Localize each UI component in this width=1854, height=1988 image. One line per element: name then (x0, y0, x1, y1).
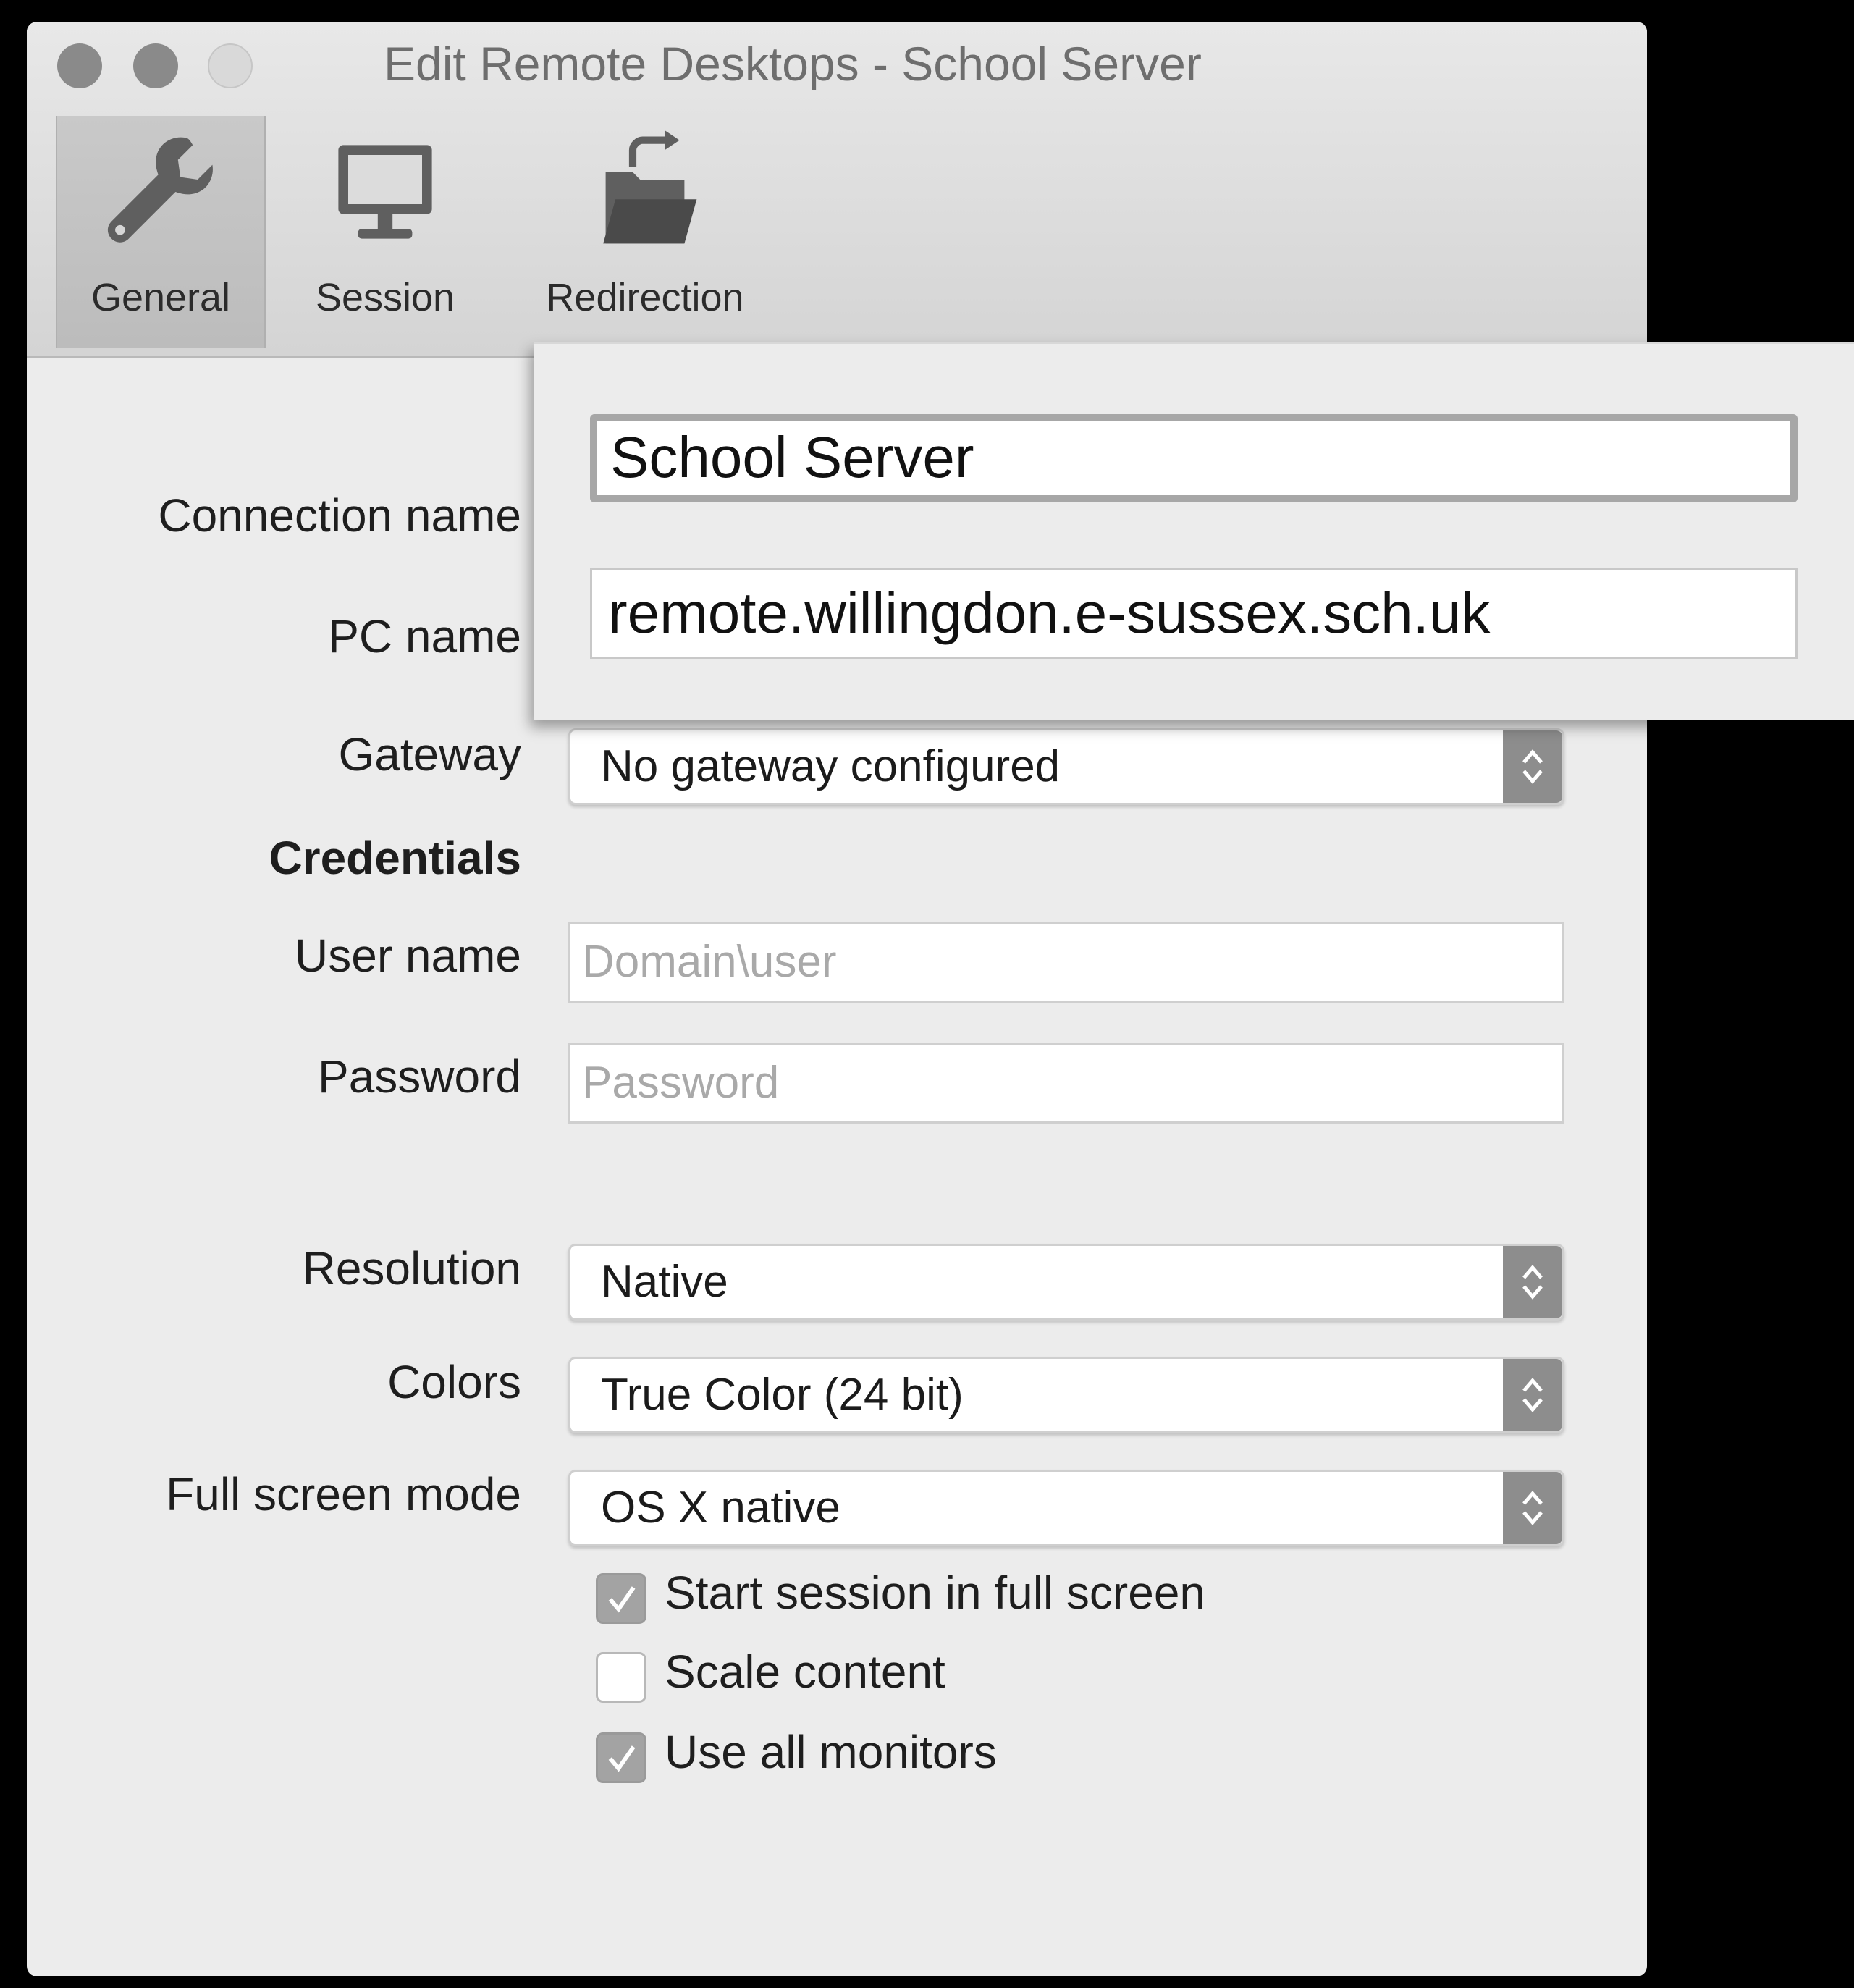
up-down-arrows-icon (1522, 1378, 1543, 1412)
colors-select-value: True Color (24 bit) (601, 1370, 964, 1420)
full-screen-mode-stepper[interactable] (1503, 1472, 1562, 1544)
full-screen-mode-label: Full screen mode (166, 1468, 521, 1520)
resolution-select[interactable]: Native (568, 1244, 1564, 1321)
user-name-label: User name (295, 930, 521, 982)
start-session-full-screen-checkbox[interactable] (596, 1573, 646, 1624)
gateway-select[interactable]: No gateway configured (568, 728, 1564, 805)
password-input[interactable]: Password (568, 1043, 1564, 1124)
gateway-stepper[interactable] (1503, 730, 1562, 803)
tab-redirection-label: Redirection (546, 276, 744, 319)
use-all-monitors-label: Use all monitors (665, 1726, 997, 1778)
pc-name-input[interactable]: remote.willingdon.e-sussex.sch.uk (590, 568, 1798, 659)
use-all-monitors-checkbox[interactable] (596, 1732, 646, 1783)
scale-content-label: Scale content (665, 1646, 945, 1698)
up-down-arrows-icon (1522, 1265, 1543, 1300)
checkmark-icon (608, 1745, 636, 1772)
full-screen-mode-select[interactable]: OS X native (568, 1470, 1564, 1546)
scale-content-checkbox[interactable] (596, 1652, 646, 1703)
form-labels: Connection name PC name Gateway Credenti… (27, 22, 521, 1976)
password-placeholder: Password (582, 1058, 780, 1108)
colors-select[interactable]: True Color (24 bit) (568, 1357, 1564, 1433)
colors-stepper[interactable] (1503, 1359, 1562, 1431)
colors-label: Colors (387, 1356, 521, 1408)
resolution-stepper[interactable] (1503, 1246, 1562, 1318)
password-label: Password (318, 1050, 521, 1103)
pc-name-label: PC name (328, 610, 521, 662)
up-down-arrows-icon (1522, 1491, 1543, 1525)
user-name-input[interactable]: Domain\user (568, 922, 1564, 1003)
pc-name-value: remote.willingdon.e-sussex.sch.uk (608, 581, 1491, 645)
edit-remote-desktops-window: Edit Remote Desktops - School Server Gen… (27, 22, 1647, 1976)
folder-redirect-icon (523, 130, 767, 246)
user-name-placeholder: Domain\user (582, 937, 837, 987)
full-screen-mode-select-value: OS X native (601, 1483, 840, 1533)
gateway-label: Gateway (338, 728, 521, 780)
connection-name-label: Connection name (158, 489, 521, 542)
connection-name-value: School Server (610, 425, 974, 489)
resolution-label: Resolution (302, 1242, 521, 1294)
tab-redirection[interactable]: Redirection (523, 116, 767, 348)
start-session-full-screen-label: Start session in full screen (665, 1567, 1205, 1619)
up-down-arrows-icon (1522, 749, 1543, 784)
checkmark-icon (608, 1586, 636, 1613)
gateway-select-value: No gateway configured (601, 741, 1061, 791)
connection-name-input[interactable]: School Server (590, 414, 1798, 502)
credentials-heading: Credentials (269, 832, 521, 884)
resolution-select-value: Native (601, 1257, 728, 1307)
zoomed-fields-callout: School Server remote.willingdon.e-sussex… (534, 342, 1854, 720)
